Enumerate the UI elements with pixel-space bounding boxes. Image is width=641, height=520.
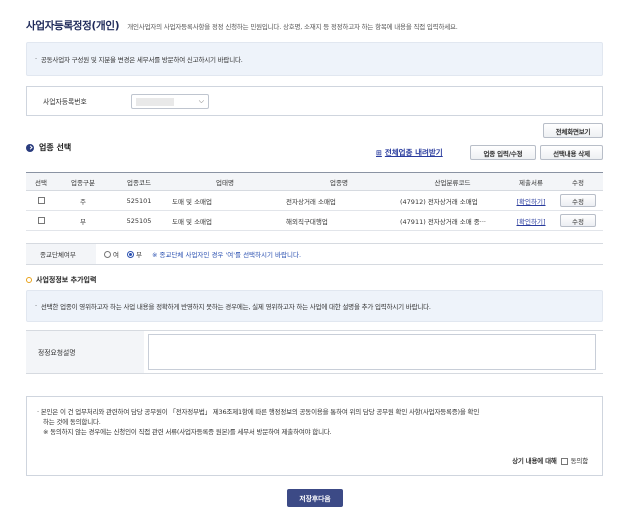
table-row: 부 525105 도매 및 소매업 해외직구대행업 (47911) 전자상거래 … xyxy=(26,210,603,231)
chevron-down-icon: ⌵ xyxy=(198,96,204,105)
edit-cell: 수정 xyxy=(553,210,603,231)
col-header: 산업분류코드 xyxy=(396,172,509,191)
item-name: 전자상거래 소매업 xyxy=(282,190,396,211)
page-title: 사업자등록정정(개인) xyxy=(26,20,120,32)
col-header: 업종구분 xyxy=(56,172,110,191)
religious-org-label: 종교단체여부 xyxy=(26,244,96,264)
class-code: (47911) 전자상거래 소매 중··· xyxy=(396,210,509,231)
item-name: 해외직구대행업 xyxy=(282,210,396,231)
row-select-checkbox[interactable] xyxy=(37,197,45,204)
consent-agree: 상기 내용에 대해 동의함 xyxy=(512,456,588,466)
notice-text: 선택한 업종이 영위하고자 하는 사업 내용을 정확하게 반영하지 못하는 경우… xyxy=(40,303,431,311)
page-header: 사업자등록정정(개인) 개인사업자의 사업자등록사항을 정정 신청하는 민원입니… xyxy=(26,18,458,33)
extra-title-text: 사업정정보 추가입력 xyxy=(36,276,97,284)
col-header: 업종명 xyxy=(282,172,396,191)
consent-agree-label: 상기 내용에 대해 xyxy=(512,457,557,465)
industry-title-text: 업종 선택 xyxy=(39,143,72,152)
consent-checkbox-label[interactable]: 동의함 xyxy=(571,456,589,466)
col-header: 수정 xyxy=(553,172,603,191)
correction-reason-row: 정정요청설명 xyxy=(26,330,603,374)
business-name: 도매 및 소매업 xyxy=(168,190,282,211)
fullscreen-button[interactable]: 전체화면보기 xyxy=(543,123,603,138)
industry-type: 부 xyxy=(56,210,110,231)
bullet-icon: · xyxy=(35,55,37,63)
bullet-icon: · xyxy=(35,302,37,310)
row-checkbox-cell xyxy=(26,190,56,211)
radio-no-label[interactable]: 부 xyxy=(136,249,142,259)
edit-cell: 수정 xyxy=(553,190,603,211)
correction-reason-label: 정정요청설명 xyxy=(26,331,144,373)
page-description: 개인사업자의 사업자등록사항을 정정 신청하는 민원입니다. 상호명, 소재지 … xyxy=(127,23,458,31)
download-icon: ⊞ xyxy=(376,148,382,157)
col-header: 제출서류 xyxy=(509,172,553,191)
confirm-docs-link[interactable]: [확인하기] xyxy=(517,198,546,206)
industry-code: 525101 xyxy=(110,190,168,211)
business-number-label: 사업자등록번호 xyxy=(43,98,87,106)
docs-cell: [확인하기] xyxy=(509,210,553,231)
radio-yes-label[interactable]: 여 xyxy=(113,249,119,259)
religious-org-row: 종교단체여부 여 부 ※ 종교단체 사업자인 경우 '여'를 선택하시기 바랍니… xyxy=(26,243,603,265)
col-header: 업종코드 xyxy=(110,172,168,191)
consent-line-3: ※ 동의하지 않는 경우에는 신청인이 직접 관련 서류(사업자등록증 원본)를… xyxy=(43,428,332,436)
edit-row-button[interactable]: 수정 xyxy=(560,214,596,227)
table-row: 주 525101 도매 및 소매업 전자상거래 소매업 (47912) 전자상거… xyxy=(26,190,603,211)
business-name: 도매 및 소매업 xyxy=(168,210,282,231)
class-code: (47912) 전자상거래 소매업 xyxy=(396,190,509,211)
notice-extra-info: · 선택한 업종이 영위하고자 하는 사업 내용을 정확하게 반영하지 못하는 … xyxy=(26,290,603,322)
delete-selected-button[interactable]: 선택내용 삭제 xyxy=(540,145,603,160)
consent-box: · 본인은 이 건 업무처리와 관련하여 담당 공무원이 「전자정부법」 제36… xyxy=(26,396,603,476)
consent-text-1: 본인은 이 건 업무처리와 관련하여 담당 공무원이 「전자정부법」 제36조제… xyxy=(40,408,480,416)
chevron-right-icon xyxy=(26,143,34,152)
extra-info-section-title: 사업정정보 추가입력 xyxy=(26,275,96,285)
row-checkbox-cell xyxy=(26,210,56,231)
row-select-checkbox[interactable] xyxy=(37,217,45,224)
table-header-row: 선택 업종구분 업종코드 업태명 업종명 산업분류코드 제출서류 수정 xyxy=(26,172,603,191)
edit-row-button[interactable]: 수정 xyxy=(560,194,596,207)
consent-line-1: · 본인은 이 건 업무처리와 관련하여 담당 공무원이 「전자정부법」 제36… xyxy=(37,408,480,416)
industry-input-button[interactable]: 업종 입력/수정 xyxy=(470,145,536,160)
radio-no[interactable] xyxy=(126,250,134,258)
save-next-button[interactable]: 저장후다음 xyxy=(287,489,343,507)
industry-type: 주 xyxy=(56,190,110,211)
notice-joint-business: · 공동사업자 구성원 및 지분율 변경은 세무서를 방문하여 신고하시기 바랍… xyxy=(26,42,603,76)
religious-org-note: ※ 종교단체 사업자인 경우 '여'를 선택하시기 바랍니다. xyxy=(151,251,302,259)
download-link-text: 전체업종 내려받기 xyxy=(384,148,443,157)
confirm-docs-link[interactable]: [확인하기] xyxy=(517,218,546,226)
consent-checkbox[interactable] xyxy=(560,457,568,465)
consent-line-2: 하는 것에 동의합니다. xyxy=(43,418,101,426)
docs-cell: [확인하기] xyxy=(509,190,553,211)
business-number-select[interactable]: ⌵ xyxy=(131,93,209,109)
col-header: 업태명 xyxy=(168,172,282,191)
download-all-industries-link[interactable]: ⊞ 전체업종 내려받기 xyxy=(376,147,443,158)
col-header: 선택 xyxy=(26,172,56,191)
industry-table: 선택 업종구분 업종코드 업태명 업종명 산업분류코드 제출서류 수정 주 52… xyxy=(26,172,603,231)
industry-code: 525105 xyxy=(110,210,168,231)
circle-icon xyxy=(26,277,32,283)
industry-section-title: 업종 선택 xyxy=(26,142,71,153)
masked-value xyxy=(136,97,174,106)
business-number-row: 사업자등록번호 ⌵ xyxy=(26,86,603,116)
radio-yes[interactable] xyxy=(104,250,111,258)
notice-text: 공동사업자 구성원 및 지분율 변경은 세무서를 방문하여 신고하시기 바랍니다… xyxy=(40,56,243,64)
correction-reason-textarea[interactable] xyxy=(148,334,596,370)
